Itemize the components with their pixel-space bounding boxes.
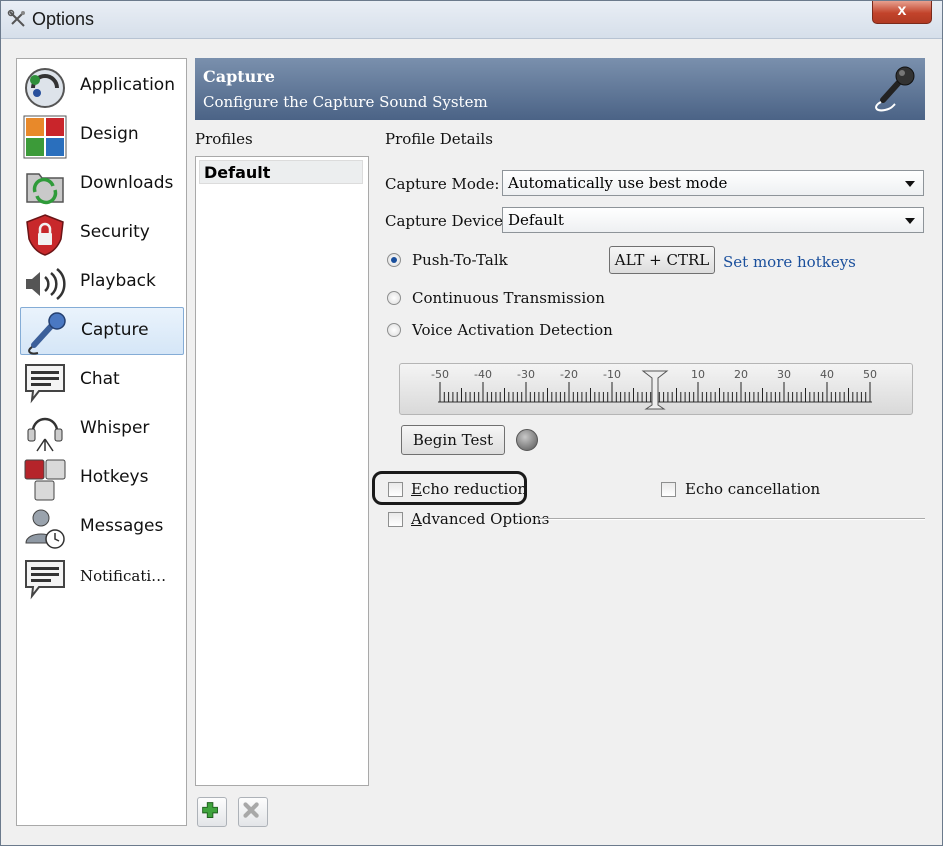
sidebar-item-label: Design xyxy=(80,124,139,144)
sidebar-item-label: Chat xyxy=(80,369,120,389)
capture-device-value: Default xyxy=(508,211,564,229)
capture-mode-value: Automatically use best mode xyxy=(508,174,728,192)
title-bar[interactable]: Options x xyxy=(1,1,942,39)
add-profile-button[interactable] xyxy=(197,797,227,827)
remove-icon xyxy=(243,802,259,818)
advanced-options-checkbox[interactable] xyxy=(388,512,403,527)
add-icon xyxy=(202,802,218,818)
profile-item-default[interactable]: Default xyxy=(199,160,363,184)
capture-mode-label: Capture Mode: xyxy=(385,175,500,193)
capture-mode-select[interactable]: Automatically use best mode xyxy=(502,170,924,196)
advanced-options-label[interactable]: Advanced Options xyxy=(411,510,549,528)
chevron-down-icon xyxy=(905,218,915,224)
sidebar-item-label: Notificati… xyxy=(80,567,167,585)
mnemonic-letter: A xyxy=(411,510,422,528)
chevron-down-icon xyxy=(905,181,915,187)
sidebar-item-label: Application xyxy=(80,75,175,95)
sidebar-item-chat[interactable]: Chat xyxy=(20,357,182,404)
slider-tick-label: 30 xyxy=(777,368,791,381)
profiles-list: Default xyxy=(195,156,369,786)
capture-device-select[interactable]: Default xyxy=(502,207,924,233)
slider-tick-label: -20 xyxy=(560,368,578,381)
sidebar-item-hotkeys[interactable]: Hotkeys xyxy=(20,455,182,501)
tools-icon xyxy=(7,9,25,27)
microphone-icon xyxy=(875,66,915,112)
sidebar-item-label: Whisper xyxy=(80,418,150,438)
hotkey-button[interactable]: ALT + CTRL xyxy=(609,246,715,274)
slider-tick-label: -10 xyxy=(603,368,621,381)
slider-tick-label: -40 xyxy=(474,368,492,381)
design-icon xyxy=(23,115,67,159)
sidebar-item-downloads[interactable]: Downloads xyxy=(20,161,182,207)
section-title: Capture xyxy=(203,67,275,86)
close-button[interactable]: x xyxy=(872,1,932,24)
security-icon xyxy=(26,214,64,256)
messages-icon xyxy=(25,509,65,549)
category-sidebar: Application Design Downloads Security Pl… xyxy=(16,58,187,826)
chat-icon xyxy=(25,364,65,404)
capture-icon xyxy=(28,312,66,355)
section-header: Capture Configure the Capture Sound Syst… xyxy=(195,58,925,120)
push-to-talk-label[interactable]: Push-To-Talk xyxy=(412,251,508,269)
sidebar-item-label: Security xyxy=(80,222,150,242)
test-status-indicator xyxy=(516,429,538,451)
voice-activation-radio[interactable] xyxy=(387,323,401,337)
sidebar-item-capture[interactable]: Capture xyxy=(20,307,184,355)
application-icon xyxy=(25,68,65,108)
sidebar-item-whisper[interactable]: Whisper xyxy=(20,406,182,452)
profile-details-label: Profile Details xyxy=(385,130,493,148)
sidebar-item-design[interactable]: Design xyxy=(20,112,182,159)
sidebar-item-messages[interactable]: Messages xyxy=(20,504,182,550)
whisper-icon xyxy=(27,417,63,452)
options-window: Options x Application Design Downloads S… xyxy=(0,0,943,846)
section-subtitle: Configure the Capture Sound System xyxy=(203,93,488,111)
hotkeys-icon xyxy=(24,459,66,501)
sidebar-item-notifications[interactable]: Notificati… xyxy=(20,553,182,600)
echo-cancellation-checkbox[interactable] xyxy=(661,482,676,497)
set-more-hotkeys-link[interactable]: Set more hotkeys xyxy=(723,253,856,271)
slider-ticks: -50 -40 -30 -20 -10 10 20 30 40 50 xyxy=(431,368,877,410)
focus-highlight xyxy=(372,471,527,505)
begin-test-button[interactable]: Begin Test xyxy=(401,425,505,455)
slider-tick-label: 10 xyxy=(691,368,705,381)
slider-tick-label: 40 xyxy=(820,368,834,381)
sidebar-item-label: Playback xyxy=(80,271,156,291)
sidebar-item-label: Messages xyxy=(80,516,164,536)
voice-activation-label[interactable]: Voice Activation Detection xyxy=(412,321,613,339)
window-title: Options xyxy=(32,9,95,29)
slider-tick-label: 50 xyxy=(863,368,877,381)
sidebar-item-playback[interactable]: Playback xyxy=(20,259,182,305)
capture-device-label: Capture Device: xyxy=(385,212,509,230)
slider-tick-label: -50 xyxy=(431,368,449,381)
profiles-label: Profiles xyxy=(195,130,253,148)
echo-cancellation-label[interactable]: Echo cancellation xyxy=(685,480,820,498)
slider-tick-label: -30 xyxy=(517,368,535,381)
sidebar-item-label: Capture xyxy=(81,320,149,340)
voice-activation-slider[interactable]: -50 -40 -30 -20 -10 10 20 30 40 50 xyxy=(399,363,913,415)
sidebar-item-label: Hotkeys xyxy=(80,467,149,487)
continuous-transmission-label[interactable]: Continuous Transmission xyxy=(412,289,605,307)
slider-thumb[interactable] xyxy=(641,370,669,410)
remove-profile-button[interactable] xyxy=(238,797,268,827)
slider-tick-label: 20 xyxy=(734,368,748,381)
downloads-icon xyxy=(26,173,64,205)
continuous-transmission-radio[interactable] xyxy=(387,291,401,305)
sidebar-item-application[interactable]: Application xyxy=(20,63,182,109)
advanced-options-divider xyxy=(539,518,925,520)
push-to-talk-radio[interactable] xyxy=(387,253,401,267)
sidebar-item-security[interactable]: Security xyxy=(20,210,182,256)
label-rest: dvanced Options xyxy=(421,510,550,528)
sidebar-item-label: Downloads xyxy=(80,173,174,193)
notifications-icon xyxy=(25,560,65,600)
playback-icon xyxy=(26,268,66,300)
